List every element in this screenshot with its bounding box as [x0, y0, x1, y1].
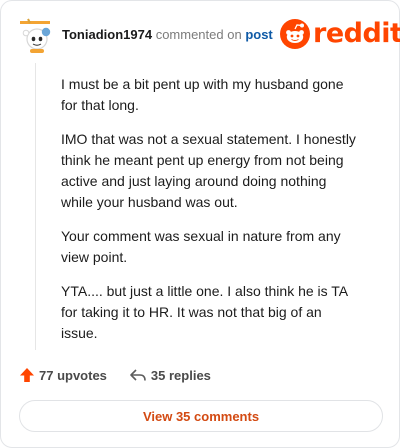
reply-count: 35 replies [150, 367, 211, 383]
comment-paragraph: IMO that was not a sexual statement. I h… [61, 131, 356, 210]
comment-paragraph: I must be a bit pent up with my husband … [61, 76, 344, 113]
comment-card: Toniadion1974 commented on post reddit I… [0, 0, 400, 448]
reddit-snoo-icon [280, 19, 310, 49]
replies-button[interactable]: 35 replies [129, 367, 211, 383]
reddit-logo-text: reddit [313, 18, 400, 49]
comment-body: I must be a bit pent up with my husband … [61, 74, 361, 357]
comment-paragraph: YTA.... but just a little one. I also th… [61, 283, 348, 341]
upvote-arrow-icon [20, 368, 34, 382]
upvote-count: 77 upvotes [39, 367, 107, 383]
comment-paragraph: Your comment was sexual in nature from a… [61, 228, 341, 265]
comment-actions: 77 upvotes 35 replies [19, 367, 211, 383]
username[interactable]: Toniadion1974 [62, 27, 152, 42]
user-avatar-icon[interactable] [17, 13, 55, 53]
comment-header: Toniadion1974 commented on post [62, 27, 273, 43]
upvote-button[interactable]: 77 upvotes [19, 367, 107, 383]
reddit-logo[interactable]: reddit [280, 19, 400, 49]
thread-line[interactable] [35, 63, 36, 350]
reply-arrow-icon [130, 369, 146, 381]
action-text: commented on [155, 27, 242, 42]
view-comments-button[interactable]: View 35 comments [19, 400, 383, 432]
post-link[interactable]: post [245, 27, 272, 42]
